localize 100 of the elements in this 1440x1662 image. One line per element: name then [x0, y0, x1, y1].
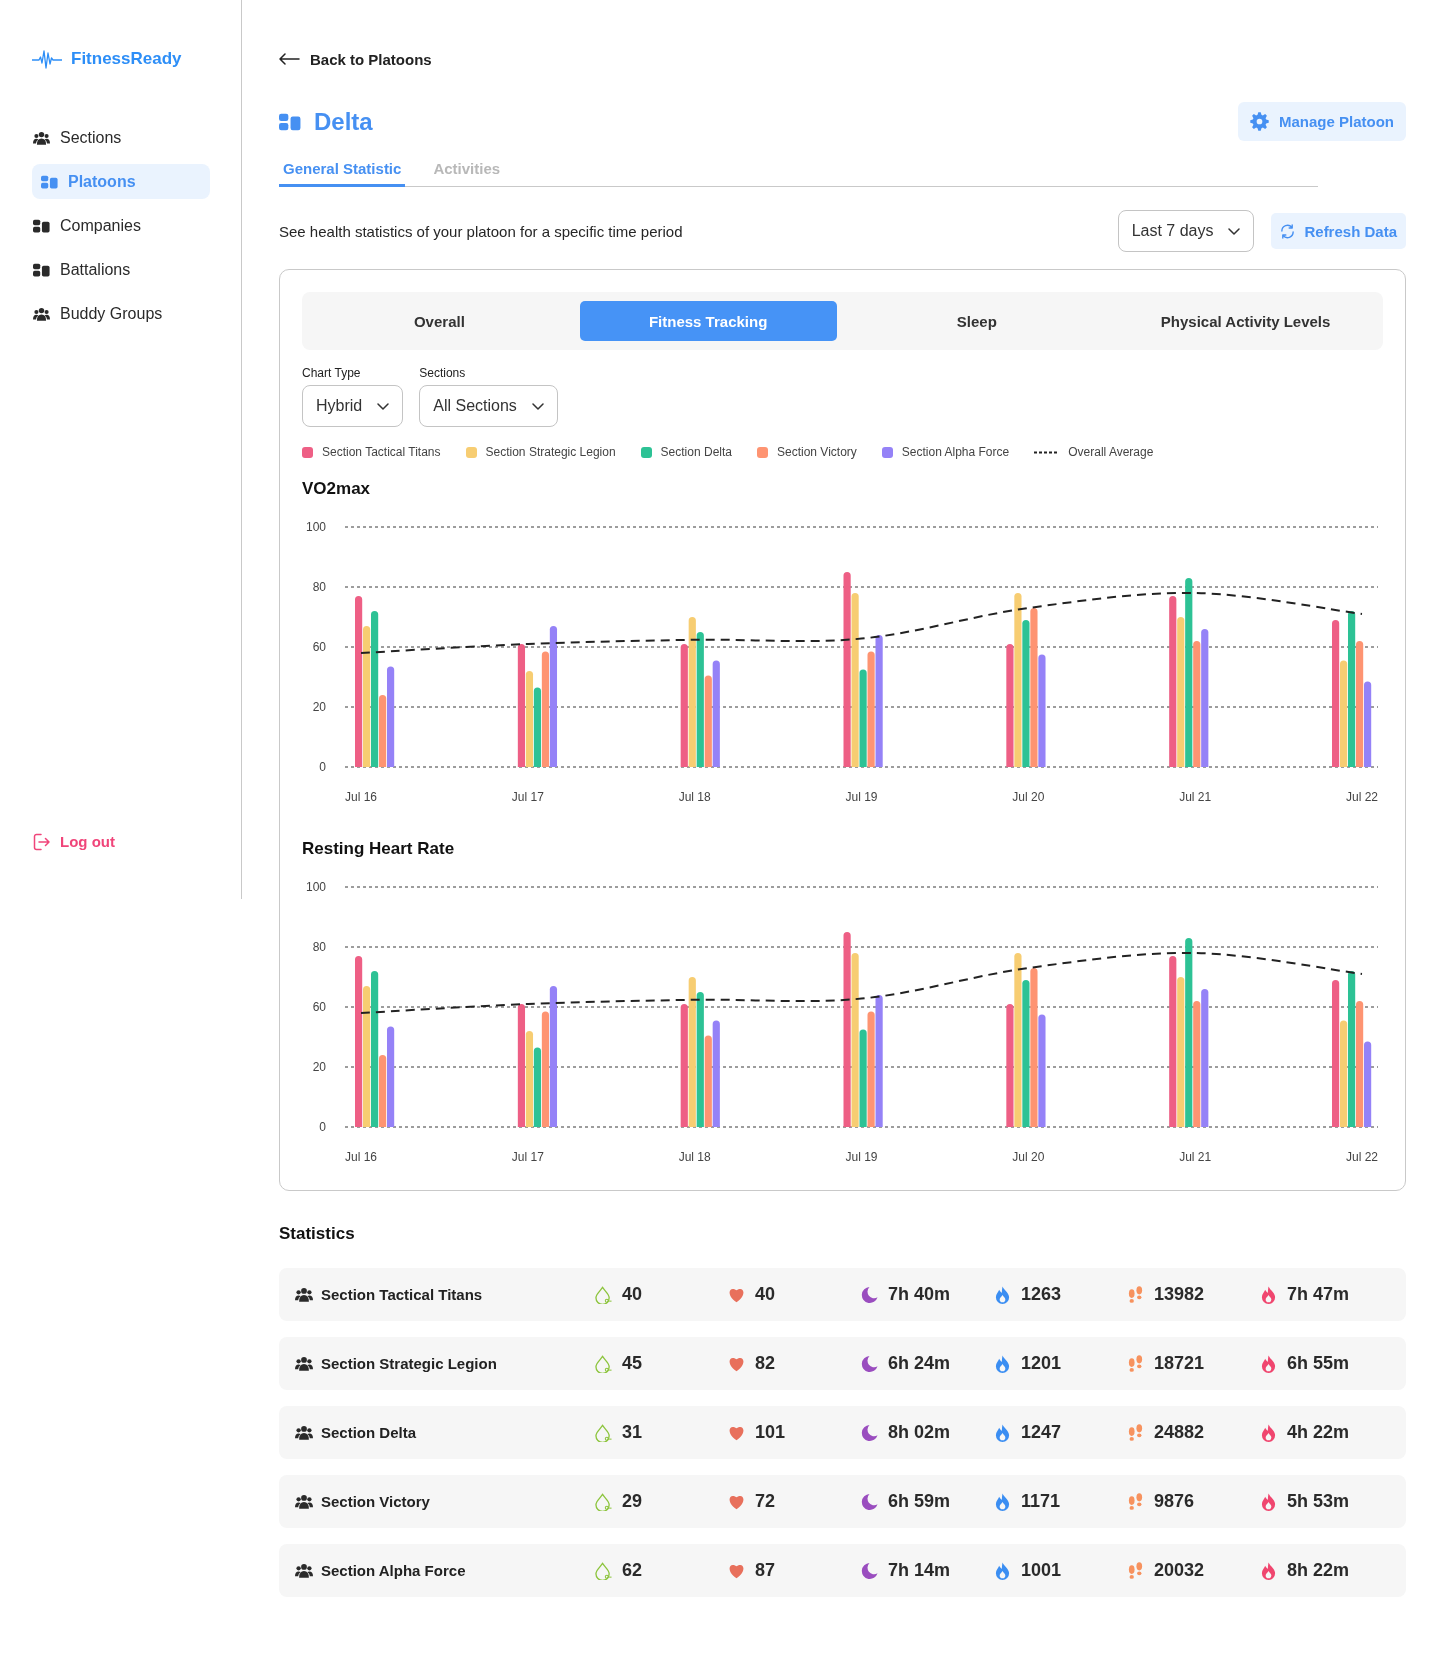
flame-icon — [1260, 1285, 1277, 1304]
flame-icon — [994, 1423, 1011, 1442]
metric-value: 6h 59m — [888, 1491, 951, 1512]
logo-text: FitnessReady — [71, 49, 182, 69]
flame-icon — [994, 1354, 1011, 1373]
axis-label: Jul 22 — [1346, 790, 1378, 804]
chart-title: Resting Heart Rate — [302, 838, 456, 860]
metric-value: 5h 53m — [1287, 1491, 1350, 1512]
metric-value: 1171 — [1021, 1491, 1061, 1512]
axis-label: Jul 19 — [845, 790, 878, 804]
blocks-icon — [41, 174, 58, 189]
moon-icon — [861, 1354, 878, 1373]
nav-item[interactable]: Battalions — [32, 252, 210, 287]
metric-value: 7h 47m — [1287, 1284, 1350, 1305]
segment-tab[interactable]: Sleep — [848, 301, 1106, 341]
axis-label: Jul 17 — [511, 1150, 544, 1164]
legend-label: Section Delta — [660, 445, 732, 459]
chevron-down-icon — [377, 402, 390, 410]
drop-icon — [595, 1285, 612, 1304]
metric-value: 45 — [622, 1353, 643, 1374]
dropdown-select[interactable]: Hybrid — [302, 385, 404, 427]
flame-icon — [994, 1561, 1011, 1580]
legend-label: Overall Average — [1068, 445, 1154, 459]
axis-label: 100 — [305, 520, 326, 534]
people-icon — [295, 1425, 313, 1440]
pulse-icon — [32, 48, 62, 70]
axis-label: Jul 22 — [1346, 1150, 1378, 1164]
metric-value: 1247 — [1021, 1422, 1062, 1443]
axis-label: 80 — [312, 940, 326, 954]
axis-label: 20 — [312, 1060, 326, 1074]
period-select[interactable]: Last 7 days — [1117, 210, 1255, 252]
footprints-icon — [1127, 1285, 1144, 1304]
axis-label: Jul 18 — [678, 1150, 711, 1164]
segment-tab[interactable]: Overall — [311, 301, 568, 341]
people-icon — [295, 1287, 313, 1302]
arrow-left-icon — [279, 53, 300, 65]
metric-value: 20032 — [1154, 1560, 1205, 1581]
footprints-icon — [1127, 1492, 1144, 1511]
metric-value: 1201 — [1021, 1353, 1062, 1374]
axis-label: Jul 18 — [678, 790, 711, 804]
metric-value: 1001 — [1021, 1560, 1062, 1581]
flame-icon — [994, 1492, 1011, 1511]
metric-value: 7h 14m — [888, 1560, 951, 1581]
chevron-down-icon — [531, 402, 544, 410]
metric-value: 6h 24m — [888, 1353, 951, 1374]
refresh-icon — [1280, 223, 1296, 239]
segment-tab[interactable]: Physical Activity Levels — [1117, 301, 1374, 341]
metric-value: 62 — [622, 1560, 643, 1581]
people-icon — [33, 130, 50, 145]
axis-label: 0 — [319, 1120, 326, 1134]
nav-item[interactable]: Buddy Groups — [32, 296, 210, 331]
dropdown-select[interactable]: All Sections — [419, 385, 558, 427]
filter-label: Sections — [419, 366, 466, 380]
section-name: Section Delta — [321, 1424, 417, 1441]
footprints-icon — [1127, 1354, 1144, 1373]
axis-label: 60 — [312, 640, 326, 654]
people-icon — [295, 1356, 313, 1371]
chevron-down-icon — [1228, 227, 1241, 235]
description-text: See health statistics of your platoon for a specific time period — [279, 222, 684, 240]
metric-value: 1263 — [1021, 1284, 1062, 1305]
section-name: Section Tactical Titans — [321, 1286, 483, 1303]
flame-icon — [1260, 1354, 1277, 1373]
axis-label: Jul 21 — [1179, 790, 1212, 804]
chart-title: VO2max — [302, 478, 372, 500]
logout-link[interactable]: Log out — [32, 824, 115, 859]
settings-icon — [1250, 112, 1269, 131]
flame-icon — [1260, 1561, 1277, 1580]
back-link[interactable]: Back to Platoons — [279, 49, 432, 69]
moon-icon — [861, 1423, 878, 1442]
axis-label: Jul 20 — [1012, 790, 1045, 804]
metric-value: 8h 02m — [888, 1422, 951, 1443]
metric-value: 31 — [622, 1422, 643, 1443]
axis-label: Jul 20 — [1012, 1150, 1045, 1164]
metric-value: 24882 — [1154, 1422, 1205, 1443]
axis-label: 60 — [312, 1000, 326, 1014]
metric-value: 101 — [755, 1422, 786, 1443]
axis-label: 100 — [305, 880, 326, 894]
axis-label: Jul 21 — [1179, 1150, 1212, 1164]
footprints-icon — [1127, 1423, 1144, 1442]
nav-item[interactable]: Sections — [32, 120, 210, 155]
section-name: Section Alpha Force — [321, 1562, 466, 1579]
axis-label: 20 — [312, 700, 326, 714]
metric-value: 82 — [755, 1353, 776, 1374]
flame-icon — [1260, 1492, 1277, 1511]
flame-icon — [1260, 1423, 1277, 1442]
metric-value: 40 — [755, 1284, 776, 1305]
drop-icon — [595, 1423, 612, 1442]
metric-value: 40 — [622, 1284, 643, 1305]
section-heading: Statistics — [279, 1223, 356, 1245]
metric-value: 9876 — [1154, 1491, 1195, 1512]
people-icon — [295, 1563, 313, 1578]
blocks-icon — [33, 262, 50, 277]
legend-label: Section Tactical Titans — [322, 445, 441, 459]
flame-icon — [994, 1285, 1011, 1304]
nav-item[interactable]: Companies — [32, 208, 210, 243]
legend-label: Section Strategic Legion — [485, 445, 616, 459]
moon-icon — [861, 1492, 878, 1511]
filter-label: Chart Type — [302, 366, 361, 380]
metric-value: 4h 22m — [1287, 1422, 1350, 1443]
drop-icon — [595, 1492, 612, 1511]
